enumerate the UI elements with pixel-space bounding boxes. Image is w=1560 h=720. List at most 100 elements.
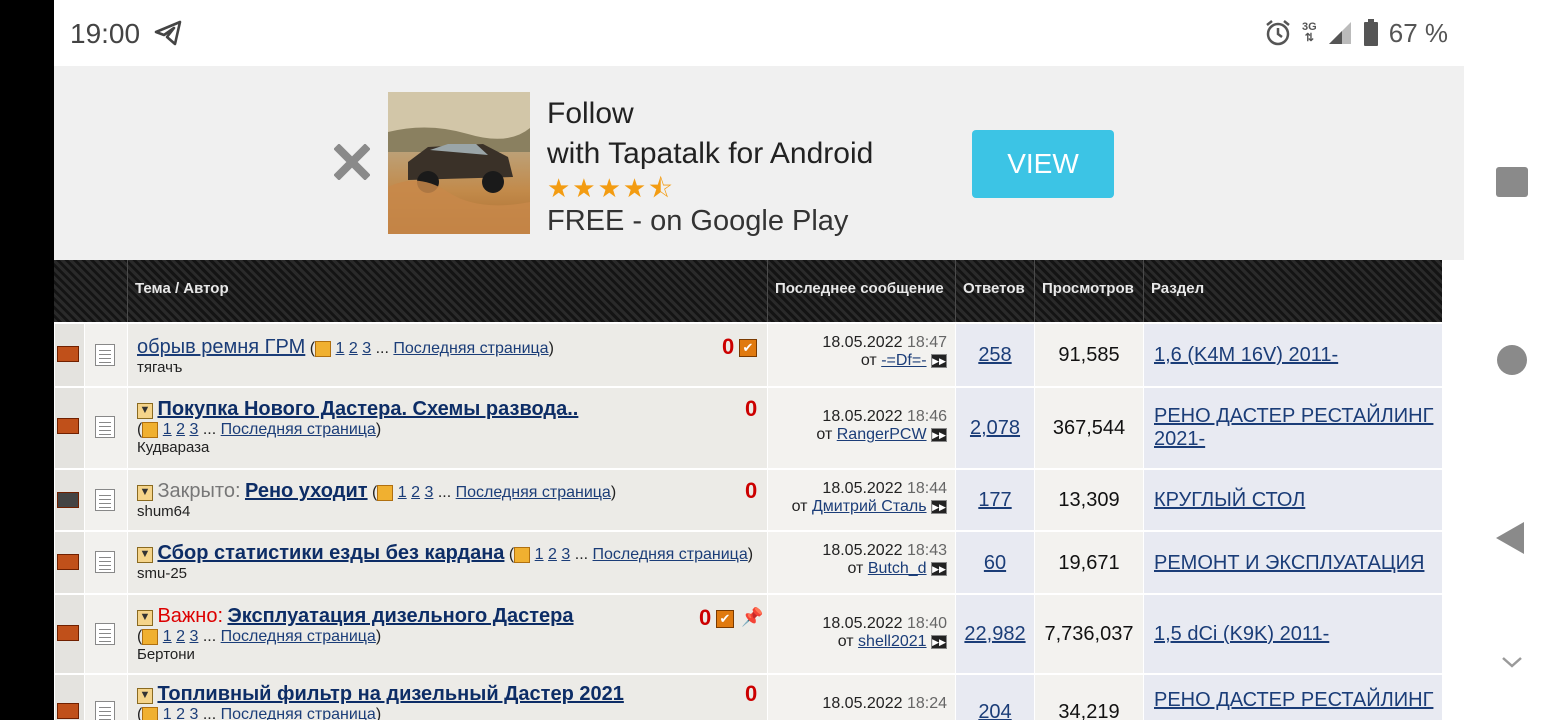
last-poster-link[interactable]: Дмитрий Сталь	[812, 498, 927, 515]
banner-title-2: with Tapatalk for Android	[547, 137, 874, 170]
view-button[interactable]: VIEW	[972, 130, 1114, 198]
go-last-post-icon[interactable]: ▶▶	[931, 499, 947, 514]
header-section[interactable]: Раздел	[1143, 260, 1442, 322]
topic-link[interactable]: Топливный фильтр на дизельный Дастер 202…	[157, 683, 623, 705]
header-replies[interactable]: Ответов	[955, 260, 1034, 322]
last-poster-link[interactable]: shell2021	[858, 633, 927, 650]
multipage-icon	[377, 484, 394, 501]
unread-icon[interactable]: ▼	[137, 546, 153, 563]
section-link[interactable]: КРУГЛЫЙ СТОЛ	[1154, 489, 1305, 511]
clock: 19:00	[70, 18, 141, 49]
views-count: 34,219	[1034, 675, 1143, 720]
last-post-date: 18.05.2022 18:44	[822, 480, 947, 497]
locked-status-icon	[57, 492, 79, 508]
unread-icon[interactable]: ▼	[137, 609, 153, 626]
section-link[interactable]: РЕНО ДАСТЕР РЕСТАЙЛИНГ 2021-	[1154, 405, 1433, 450]
last-page-link[interactable]: Последняя страница	[456, 484, 611, 501]
topic-author: Кудвараза	[137, 439, 210, 456]
last-poster-link[interactable]: Butch_d	[868, 560, 927, 577]
document-icon	[95, 701, 115, 720]
document-icon	[95, 489, 115, 511]
banner-text: Follow with Tapatalk for Android ★★★★⯪ F…	[547, 94, 873, 240]
table-row: ▼ Покупка Нового Дастера. Схемы развода.…	[54, 386, 1442, 468]
last-page-link[interactable]: Последняя страница	[593, 546, 748, 563]
last-page-link[interactable]: Последняя страница	[221, 706, 376, 720]
close-icon[interactable]	[334, 144, 370, 180]
header-last-post[interactable]: Последнее сообщение	[767, 260, 955, 322]
attachment-icon: 0	[745, 478, 758, 503]
multipage-icon	[142, 706, 159, 720]
page-links: ( 1 2 3 ... Последняя страница)	[309, 340, 554, 357]
replies-count[interactable]: 2,078	[970, 417, 1020, 439]
status-icons: 3G ⇅ 67 %	[1264, 16, 1448, 50]
last-post-date: 18.05.2022 18:47	[822, 334, 947, 351]
topic-link[interactable]: Покупка Нового Дастера. Схемы развода..	[157, 398, 578, 420]
go-last-post-icon[interactable]: ▶▶	[931, 634, 947, 649]
table-row: ▼ Важно: Эксплуатация дизельного Дастера…	[54, 593, 1442, 673]
topic-link[interactable]: обрыв ремня ГРМ	[137, 336, 305, 358]
attachment-icon: 0	[722, 334, 735, 359]
rating-stars: ★★★★⯪	[547, 173, 675, 203]
document-icon	[95, 551, 115, 573]
views-count: 367,544	[1034, 388, 1143, 468]
last-post-date: 18.05.2022 18:40	[822, 615, 947, 632]
multipage-icon	[315, 340, 332, 357]
go-last-post-icon[interactable]: ▶▶	[931, 427, 947, 442]
section-link[interactable]: 1,6 (K4M 16V) 2011-	[1154, 344, 1338, 366]
page-links: ( 1 2 3 ... Последняя страница)	[137, 421, 382, 438]
attachment-icon: 0	[745, 681, 758, 706]
go-last-post-icon[interactable]: ▶▶	[931, 561, 947, 576]
closed-prefix: Закрыто:	[157, 480, 241, 502]
last-poster-link[interactable]: RangerPCW	[837, 426, 927, 443]
last-post-date: 18.05.2022 18:24	[822, 695, 947, 712]
header-topic[interactable]: Тема / Автор	[127, 260, 767, 322]
table-row: обрыв ремня ГРМ ( 1 2 3 ... Последняя ст…	[54, 322, 1442, 386]
replies-count[interactable]: 258	[978, 344, 1011, 366]
tapatalk-banner: Follow with Tapatalk for Android ★★★★⯪ F…	[54, 66, 1464, 260]
replies-count[interactable]: 60	[984, 552, 1006, 574]
table-row: ▼ Закрыто: Рено уходит ( 1 2 3 ... После…	[54, 468, 1442, 530]
header-views[interactable]: Просмотров	[1034, 260, 1143, 322]
views-count: 7,736,037	[1034, 595, 1143, 673]
topic-author: тягачъ	[137, 359, 183, 376]
topic-status-icon	[57, 703, 79, 719]
table-row: ▼ Сбор статистики езды без кардана ( 1 2…	[54, 530, 1442, 593]
views-count: 19,671	[1034, 532, 1143, 593]
browser-screen: 19:00 3G ⇅ 67 % Follow with Tapatalk for…	[54, 0, 1464, 720]
replies-count[interactable]: 177	[978, 489, 1011, 511]
topic-link[interactable]: Сбор статистики езды без кардана	[157, 542, 504, 564]
last-page-link[interactable]: Последняя страница	[221, 628, 376, 645]
unread-icon[interactable]: ▼	[137, 687, 153, 704]
chevron-down-icon[interactable]	[1500, 650, 1524, 674]
replies-count[interactable]: 22,982	[964, 623, 1025, 645]
section-link[interactable]: РЕМОНТ И ЭКСПЛУАТАЦИЯ	[1154, 552, 1424, 574]
last-poster-link[interactable]: -=Df=-	[881, 352, 926, 369]
last-page-link[interactable]: Последняя страница	[221, 421, 376, 438]
topic-link[interactable]: Эксплуатация дизельного Дастера	[227, 605, 573, 627]
views-count: 91,585	[1034, 324, 1143, 386]
banner-title: Follow	[547, 97, 634, 130]
last-page-link[interactable]: Последняя страница	[393, 340, 548, 357]
topic-author: Бертони	[137, 646, 195, 663]
topic-link[interactable]: Рено уходит	[245, 480, 368, 502]
status-bar: 19:00 3G ⇅ 67 %	[54, 0, 1464, 66]
topic-author: smu-25	[137, 565, 188, 582]
views-count: 13,309	[1034, 470, 1143, 530]
replies-count[interactable]: 204	[978, 701, 1011, 720]
go-last-post-icon[interactable]: ▶▶	[931, 353, 947, 368]
unread-icon[interactable]: ▼	[137, 484, 153, 501]
back-icon[interactable]	[1496, 522, 1524, 554]
signal-icon	[1328, 22, 1351, 44]
battery-percent: 67 %	[1388, 17, 1448, 48]
battery-icon	[1363, 19, 1378, 46]
topics-table: Тема / Автор Последнее сообщение Ответов…	[54, 260, 1442, 720]
home-icon[interactable]	[1497, 345, 1527, 375]
multipage-icon	[514, 546, 531, 563]
page-links: ( 1 2 3 ... Последняя страница)	[372, 484, 617, 501]
recents-icon[interactable]	[1496, 167, 1528, 197]
table-row: ▼ Топливный фильтр на дизельный Дастер 2…	[54, 673, 1442, 720]
section-link[interactable]: 1,5 dCi (K9K) 2011-	[1154, 623, 1329, 645]
topic-status-icon	[57, 346, 79, 362]
unread-icon[interactable]: ▼	[137, 402, 153, 419]
section-link[interactable]: РЕНО ДАСТЕР РЕСТАЙЛИНГ	[1154, 689, 1433, 711]
